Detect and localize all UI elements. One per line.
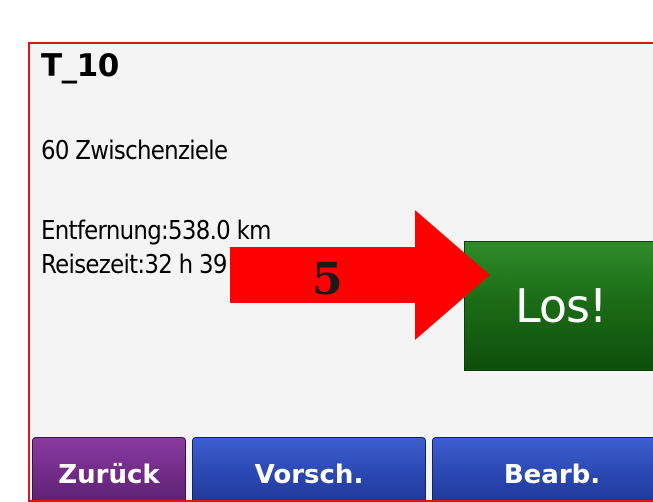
waypoint-count: 60 Zwischenziele (41, 136, 228, 166)
edit-button[interactable]: Bearb. (432, 437, 653, 500)
back-button-label: Zurück (58, 460, 160, 490)
bottom-button-bar: Zurück Vorsch. Bearb. (30, 437, 653, 500)
go-button-label: Los! (515, 279, 607, 333)
back-button[interactable]: Zurück (32, 437, 186, 500)
go-button[interactable]: Los! (464, 241, 653, 371)
edit-button-label: Bearb. (503, 460, 601, 490)
preview-button-label: Vorsch. (254, 460, 364, 490)
preview-button[interactable]: Vorsch. (192, 437, 426, 500)
arrow-right-icon (230, 210, 490, 340)
route-name: T_10 (41, 48, 119, 84)
annotation-step-number: 5 (312, 254, 343, 305)
